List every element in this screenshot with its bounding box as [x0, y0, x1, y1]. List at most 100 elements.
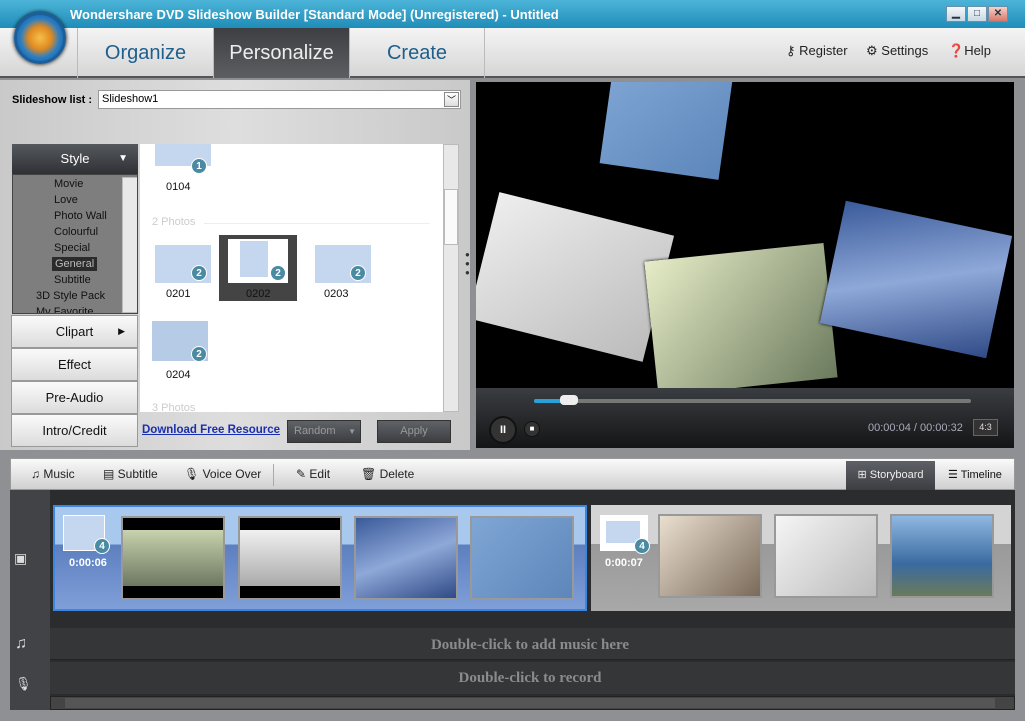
photo-count-badge: 4 [634, 538, 650, 554]
preview-photo [644, 242, 838, 388]
storyboard-view-button[interactable]: ⊞ Storyboard [846, 461, 935, 490]
slide-thumbnail[interactable] [890, 514, 994, 598]
film-strip-icon: ▣ [14, 550, 28, 566]
clipart-label: Clipart [55, 324, 94, 339]
caret-down-icon: ▼ [118, 153, 128, 164]
tree-item-colourful[interactable]: Colourful [54, 226, 98, 238]
panel-splitter[interactable]: ● ● ● [465, 250, 470, 277]
transition-label: 0201 [166, 288, 191, 300]
music-button[interactable]: ♫ Music [31, 467, 75, 481]
player-controls: II ■ 00:00:04 / 00:00:32 4:3 [476, 388, 1014, 448]
horizontal-scrollbar[interactable] [50, 696, 1015, 710]
photo-count-badge: 4 [94, 538, 110, 554]
tree-item-photo-wall[interactable]: Photo Wall [54, 210, 107, 222]
pencil-icon: ✎ [296, 467, 310, 481]
photo-count-badge: 2 [350, 265, 366, 281]
register-link[interactable]: ⚷ Register [786, 43, 848, 59]
music-track[interactable]: Double-click to add music here [50, 628, 1015, 660]
tree-item-movie[interactable]: Movie [54, 178, 83, 190]
slide-thumbnail[interactable] [238, 516, 342, 600]
voice-track[interactable]: Double-click to record [50, 662, 1015, 694]
minimize-button[interactable]: ▁ [946, 6, 966, 22]
preview-photo [819, 200, 1013, 359]
maximize-button[interactable]: □ [967, 6, 987, 22]
subtitle-button[interactable]: ▤ Subtitle [103, 467, 158, 481]
slide-thumbnail[interactable] [121, 516, 225, 600]
record-hint: Double-click to record [458, 670, 602, 686]
slide-thumbnail[interactable] [658, 514, 762, 598]
section-header: 3 Photos [152, 402, 196, 414]
tree-item-my-favorite[interactable]: My Favorite [36, 306, 93, 313]
slide-thumbnail[interactable] [354, 516, 458, 600]
style-label: Style [60, 151, 90, 166]
download-resource-link[interactable]: Download Free Resource [142, 424, 280, 436]
group-duration: 0:00:06 [69, 557, 107, 569]
group-duration: 0:00:07 [605, 557, 643, 569]
window-title: Wondershare DVD Slideshow Builder [Stand… [70, 7, 559, 22]
music-hint: Double-click to add music here [430, 637, 630, 653]
app-logo[interactable] [14, 12, 66, 64]
style-tree: Movie Love Photo Wall Colourful Special … [12, 174, 138, 314]
gear-icon: ⚙ [866, 43, 882, 58]
help-icon: ❓ [948, 43, 965, 58]
apply-button[interactable]: Apply [377, 420, 451, 443]
storyboard-toolbar: ♫ Music ▤ Subtitle 🎙 Voice Over ✎ Edit 🗑… [10, 458, 1015, 490]
timeline-icon: ☰ [948, 469, 961, 481]
settings-link[interactable]: ⚙ Settings [866, 43, 928, 59]
photo-count-badge: 1 [191, 158, 207, 174]
slide-thumbnail[interactable] [774, 514, 878, 598]
caret-right-icon: ▶ [118, 326, 125, 336]
tree-item-subtitle[interactable]: Subtitle [54, 274, 91, 286]
close-button[interactable]: ✕ [988, 6, 1008, 22]
timeline-view-button[interactable]: ☰ Timeline [937, 461, 1013, 490]
effect-button[interactable]: Effect [11, 348, 138, 381]
toolbar-divider [273, 464, 274, 486]
slideshow-list-select[interactable]: Slideshow1 ﹀ [98, 90, 461, 109]
transition-gallery: 1 0104 2 Photos 2 0201 2 0202 2 0203 2 0… [140, 144, 443, 414]
transition-label: 0204 [166, 369, 191, 381]
pre-audio-button[interactable]: Pre-Audio [11, 381, 138, 414]
transition-label: 0202 [246, 288, 271, 300]
grid-icon: ⊞ [857, 469, 870, 481]
random-select[interactable]: Random ▼ [287, 420, 361, 443]
tab-organize[interactable]: Organize [77, 28, 213, 78]
tree-item-3d-style-pack[interactable]: 3D Style Pack [36, 290, 105, 302]
help-link[interactable]: ❓Help [948, 43, 991, 59]
edit-button[interactable]: ✎ Edit [296, 467, 330, 481]
gallery-scrollbar[interactable] [443, 144, 459, 412]
delete-button[interactable]: 🗑 Delete [361, 467, 414, 481]
slide-group-1[interactable]: 4 0:00:06 [53, 505, 587, 611]
stop-button[interactable]: ■ [524, 421, 540, 437]
preview-photo [476, 192, 675, 362]
pause-button[interactable]: II [489, 416, 517, 444]
music-icon: ♫ [31, 467, 44, 481]
tree-item-special[interactable]: Special [54, 242, 90, 254]
voice-over-button[interactable]: 🎙 Voice Over [184, 467, 261, 481]
intro-credit-button[interactable]: Intro/Credit [11, 414, 138, 447]
time-display: 00:00:04 / 00:00:32 [868, 422, 963, 434]
tree-item-general[interactable]: General [52, 257, 98, 271]
slide-group-2[interactable]: 4 0:00:07 [591, 505, 1011, 611]
seek-handle[interactable] [559, 395, 578, 405]
tab-create[interactable]: Create [349, 28, 485, 78]
preview-photo [599, 82, 733, 180]
aspect-ratio-button[interactable]: 4:3 [973, 419, 998, 436]
photo-count-badge: 2 [191, 346, 207, 362]
tree-item-love[interactable]: Love [54, 194, 78, 206]
track-icons: ▣ ♫ 🎙 [10, 490, 50, 710]
tree-scrollbar[interactable] [122, 177, 137, 313]
chevron-down-icon[interactable]: ﹀ [444, 92, 459, 107]
transition-label: 0104 [166, 181, 191, 193]
style-button[interactable]: Style ▼ [12, 144, 138, 174]
caret-down-icon: ▼ [348, 427, 356, 436]
tab-personalize[interactable]: Personalize [213, 28, 349, 78]
title-bar: Wondershare DVD Slideshow Builder [Stand… [0, 0, 1025, 28]
seek-bar[interactable] [534, 399, 971, 403]
slideshow-list-label: Slideshow list : [12, 94, 93, 106]
slide-thumbnail[interactable] [470, 516, 574, 600]
clipart-button[interactable]: Clipart ▶ [11, 315, 138, 348]
photo-count-badge: 2 [191, 265, 207, 281]
random-value: Random [294, 425, 336, 437]
slideshow-list-value: Slideshow1 [102, 93, 159, 105]
voice-track-icon: 🎙 [15, 676, 32, 691]
